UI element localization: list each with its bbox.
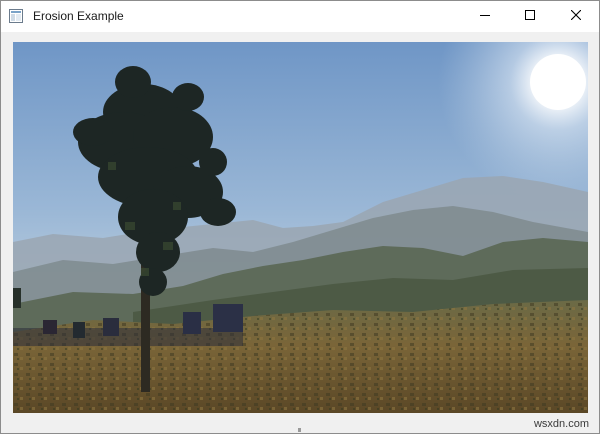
watermark-text: wsxdn.com — [533, 418, 589, 430]
app-window-icon — [9, 9, 23, 23]
resize-grip-mark — [298, 428, 301, 432]
app-window: Erosion Example wsxdn.com — [0, 0, 600, 434]
minimize-icon — [480, 7, 490, 25]
landscape-image — [13, 42, 588, 413]
window-client-area — [1, 32, 599, 433]
maximize-button[interactable] — [507, 1, 553, 31]
maximize-icon — [525, 7, 535, 25]
minimize-button[interactable] — [462, 1, 508, 31]
title-bar[interactable]: Erosion Example — [1, 1, 599, 32]
eroded-image — [13, 42, 588, 413]
close-icon — [570, 7, 582, 25]
close-button[interactable] — [553, 1, 599, 31]
window-title: Erosion Example — [33, 9, 124, 23]
